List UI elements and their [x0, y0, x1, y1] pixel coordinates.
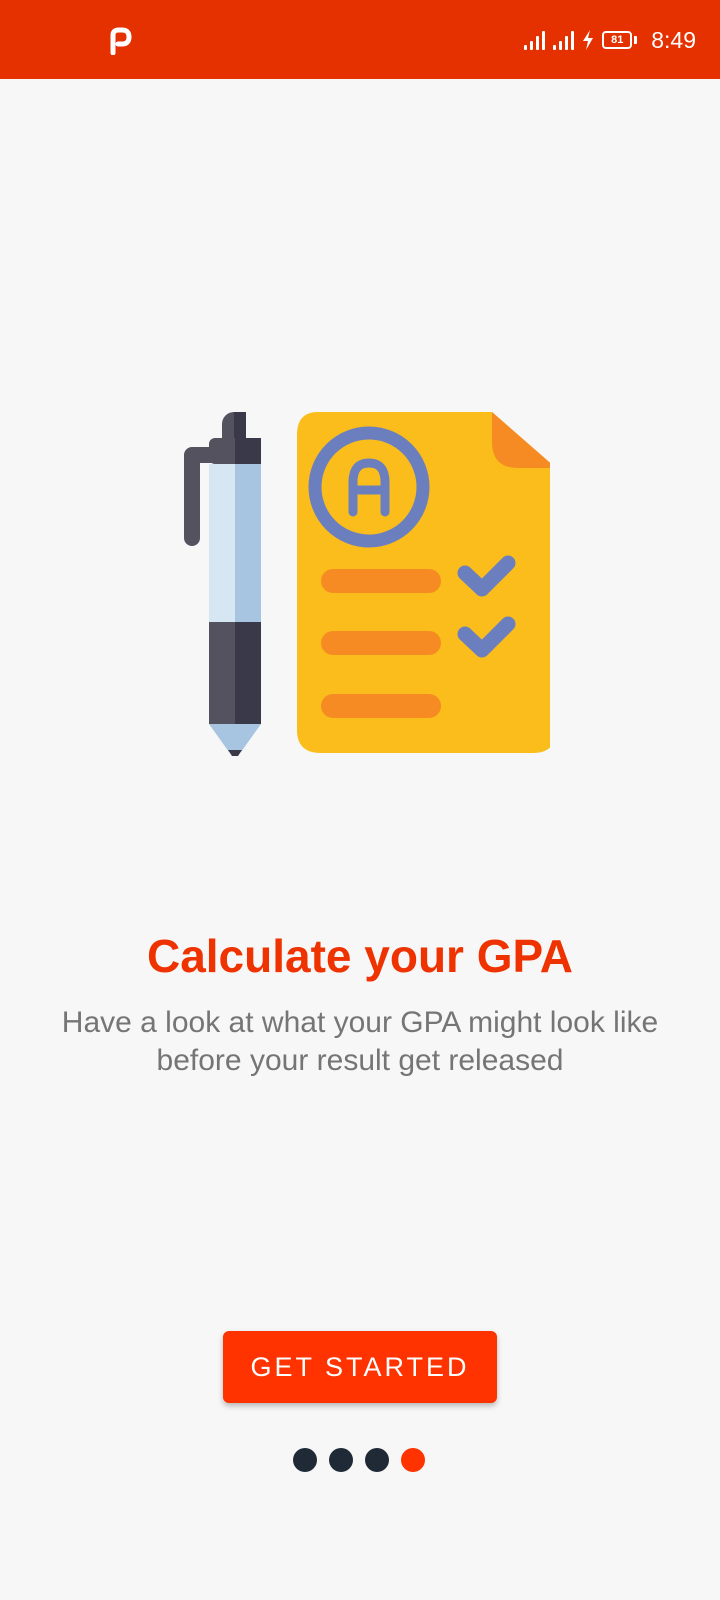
status-time: 8:49: [651, 26, 696, 53]
pen-and-graded-paper-illustration: [184, 412, 550, 756]
signal-icon: [524, 30, 546, 50]
battery-level: 81: [602, 31, 633, 49]
page-indicator-dot[interactable]: [293, 1448, 317, 1472]
page-indicator: [293, 1448, 425, 1472]
page-indicator-dot[interactable]: [365, 1448, 389, 1472]
get-started-button[interactable]: GET STARTED: [223, 1331, 497, 1403]
onboarding-description: Have a look at what your GPA might look …: [61, 1006, 659, 1077]
battery-icon: 81: [602, 31, 638, 49]
pen-icon: [184, 412, 261, 756]
status-bar: 81 8:49: [0, 0, 720, 79]
signal-icon: [553, 30, 575, 50]
charging-bolt-icon: [583, 30, 594, 50]
page-indicator-dot-active[interactable]: [401, 1448, 425, 1472]
page-indicator-dot[interactable]: [329, 1448, 353, 1472]
graded-paper-icon: [297, 412, 550, 753]
onboarding-title: Calculate your GPA: [146, 930, 574, 982]
p-app-icon: [110, 27, 132, 55]
